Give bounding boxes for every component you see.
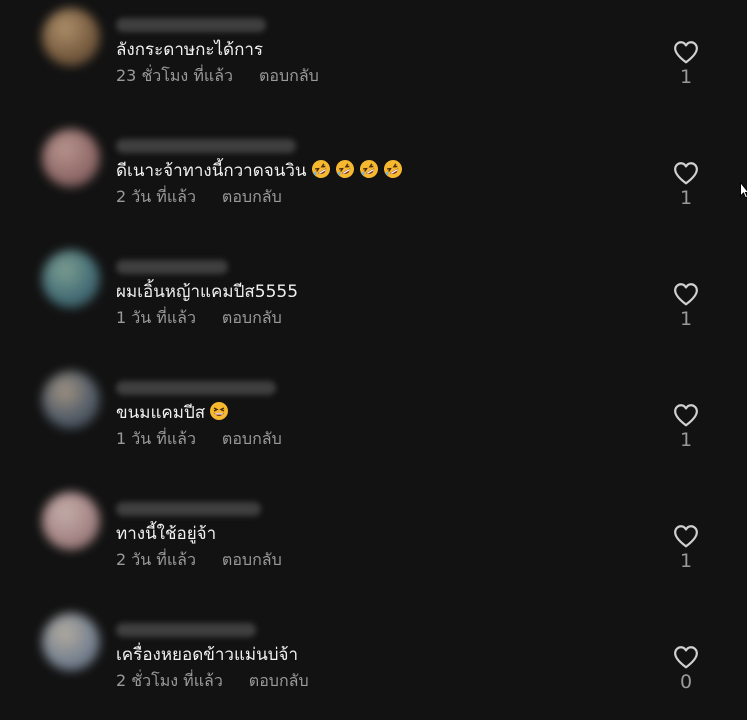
comment-item: เครื่องหยอดข้าวแม่นบ่จ้า 2 ชั่วโมง ที่แล… — [0, 613, 747, 720]
rolling-on-floor-laughing-emoji — [359, 160, 378, 178]
comment-text: ดีเนาะจ้าทางนี้กวาดจนวิน — [116, 159, 403, 183]
avatar[interactable] — [42, 492, 100, 550]
like-button[interactable]: 1 — [666, 40, 706, 88]
comment-text-content: เครื่องหยอดข้าวแม่นบ่จ้า — [116, 645, 299, 665]
like-button[interactable]: 1 — [666, 161, 706, 209]
comment-text-content: ดีเนาะจ้าทางนี้กวาดจนวิน — [116, 161, 307, 181]
comment-time: 23 ชั่วโมง ที่แล้ว — [116, 66, 233, 85]
reply-button[interactable]: ตอบกลับ — [259, 66, 319, 85]
comment-time: 2 ชั่วโมง ที่แล้ว — [116, 671, 223, 690]
like-button[interactable]: 1 — [666, 403, 706, 451]
like-count: 1 — [679, 429, 693, 451]
like-count: 1 — [679, 187, 693, 209]
avatar[interactable] — [42, 129, 100, 187]
comment-text-content: ลังกระดาษกะได้การ — [116, 40, 264, 60]
like-button[interactable]: 1 — [666, 282, 706, 330]
heart-icon[interactable] — [673, 645, 699, 669]
avatar[interactable] — [42, 613, 100, 671]
grinning-squinting-face-emoji — [210, 402, 229, 420]
username-blurred[interactable] — [116, 260, 228, 274]
comment-meta: 2 ชั่วโมง ที่แล้ว ตอบกลับ — [116, 670, 309, 692]
reply-button[interactable]: ตอบกลับ — [222, 187, 282, 206]
comment-time: 2 วัน ที่แล้ว — [116, 187, 196, 206]
like-count: 0 — [679, 671, 693, 693]
comment-item: ดีเนาะจ้าทางนี้กวาดจนวิน 2 วัน ที่แล้ว ตอ… — [0, 129, 747, 241]
rolling-on-floor-laughing-emoji — [335, 160, 354, 178]
comment-text: ขนมแคมปีส — [116, 401, 229, 425]
heart-icon[interactable] — [673, 524, 699, 548]
comment-text: เครื่องหยอดข้าวแม่นบ่จ้า — [116, 643, 298, 667]
username-blurred[interactable] — [116, 18, 266, 32]
username-blurred[interactable] — [116, 381, 276, 395]
like-count: 1 — [679, 308, 693, 330]
username-blurred[interactable] — [116, 139, 296, 153]
heart-icon[interactable] — [673, 161, 699, 185]
comment-time: 2 วัน ที่แล้ว — [116, 550, 196, 569]
avatar[interactable] — [42, 371, 100, 429]
username-blurred[interactable] — [116, 502, 261, 516]
comment-meta: 23 ชั่วโมง ที่แล้ว ตอบกลับ — [116, 65, 319, 87]
comment-time: 1 วัน ที่แล้ว — [116, 308, 196, 327]
rolling-on-floor-laughing-emoji — [383, 160, 402, 178]
comment-text-content: ผมเอิ้นหญ้าแคมปีส5555 — [116, 282, 299, 302]
mouse-cursor-icon — [740, 182, 747, 199]
comment-item: ลังกระดาษกะได้การ 23 ชั่วโมง ที่แล้ว ตอบก… — [0, 8, 747, 120]
heart-icon[interactable] — [673, 403, 699, 427]
like-button[interactable]: 1 — [666, 524, 706, 572]
rolling-on-floor-laughing-emoji — [311, 160, 330, 178]
emoji-row — [307, 160, 403, 181]
username-blurred[interactable] — [116, 623, 256, 637]
comment-list: ลังกระดาษกะได้การ 23 ชั่วโมง ที่แล้วตอบก… — [0, 0, 747, 720]
comment-item: ผมเอิ้นหญ้าแคมปีส5555 1 วัน ที่แล้ว ตอบกล… — [0, 250, 747, 362]
comment-text-content: ขนมแคมปีส — [116, 403, 206, 423]
comment-item: ทางนี้ใช้อยู่จ้า 2 วัน ที่แล้ว ตอบกลับ 1 — [0, 492, 747, 604]
comment-meta: 2 วัน ที่แล้ว ตอบกลับ — [116, 186, 282, 208]
comment-meta: 2 วัน ที่แล้ว ตอบกลับ — [116, 549, 282, 571]
comment-item: ขนมแคมปีส 1 วัน ที่แล้ว ตอบกลับ 1 — [0, 371, 747, 483]
emoji-row — [205, 402, 229, 423]
comment-text: ทางนี้ใช้อยู่จ้า — [116, 522, 216, 546]
reply-button[interactable]: ตอบกลับ — [222, 429, 282, 448]
comment-text-content: ทางนี้ใช้อยู่จ้า — [116, 524, 217, 544]
comment-text: ผมเอิ้นหญ้าแคมปีส5555 — [116, 280, 298, 304]
like-count: 1 — [679, 66, 693, 88]
like-count: 1 — [679, 550, 693, 572]
avatar[interactable] — [42, 250, 100, 308]
like-button[interactable]: 0 — [666, 645, 706, 693]
reply-button[interactable]: ตอบกลับ — [249, 671, 309, 690]
comment-time: 1 วัน ที่แล้ว — [116, 429, 196, 448]
reply-button[interactable]: ตอบกลับ — [222, 550, 282, 569]
heart-icon[interactable] — [673, 40, 699, 64]
heart-icon[interactable] — [673, 282, 699, 306]
comment-text: ลังกระดาษกะได้การ — [116, 38, 263, 62]
comment-meta: 1 วัน ที่แล้ว ตอบกลับ — [116, 428, 282, 450]
reply-button[interactable]: ตอบกลับ — [222, 308, 282, 327]
avatar[interactable] — [42, 8, 100, 66]
comment-meta: 1 วัน ที่แล้ว ตอบกลับ — [116, 307, 282, 329]
